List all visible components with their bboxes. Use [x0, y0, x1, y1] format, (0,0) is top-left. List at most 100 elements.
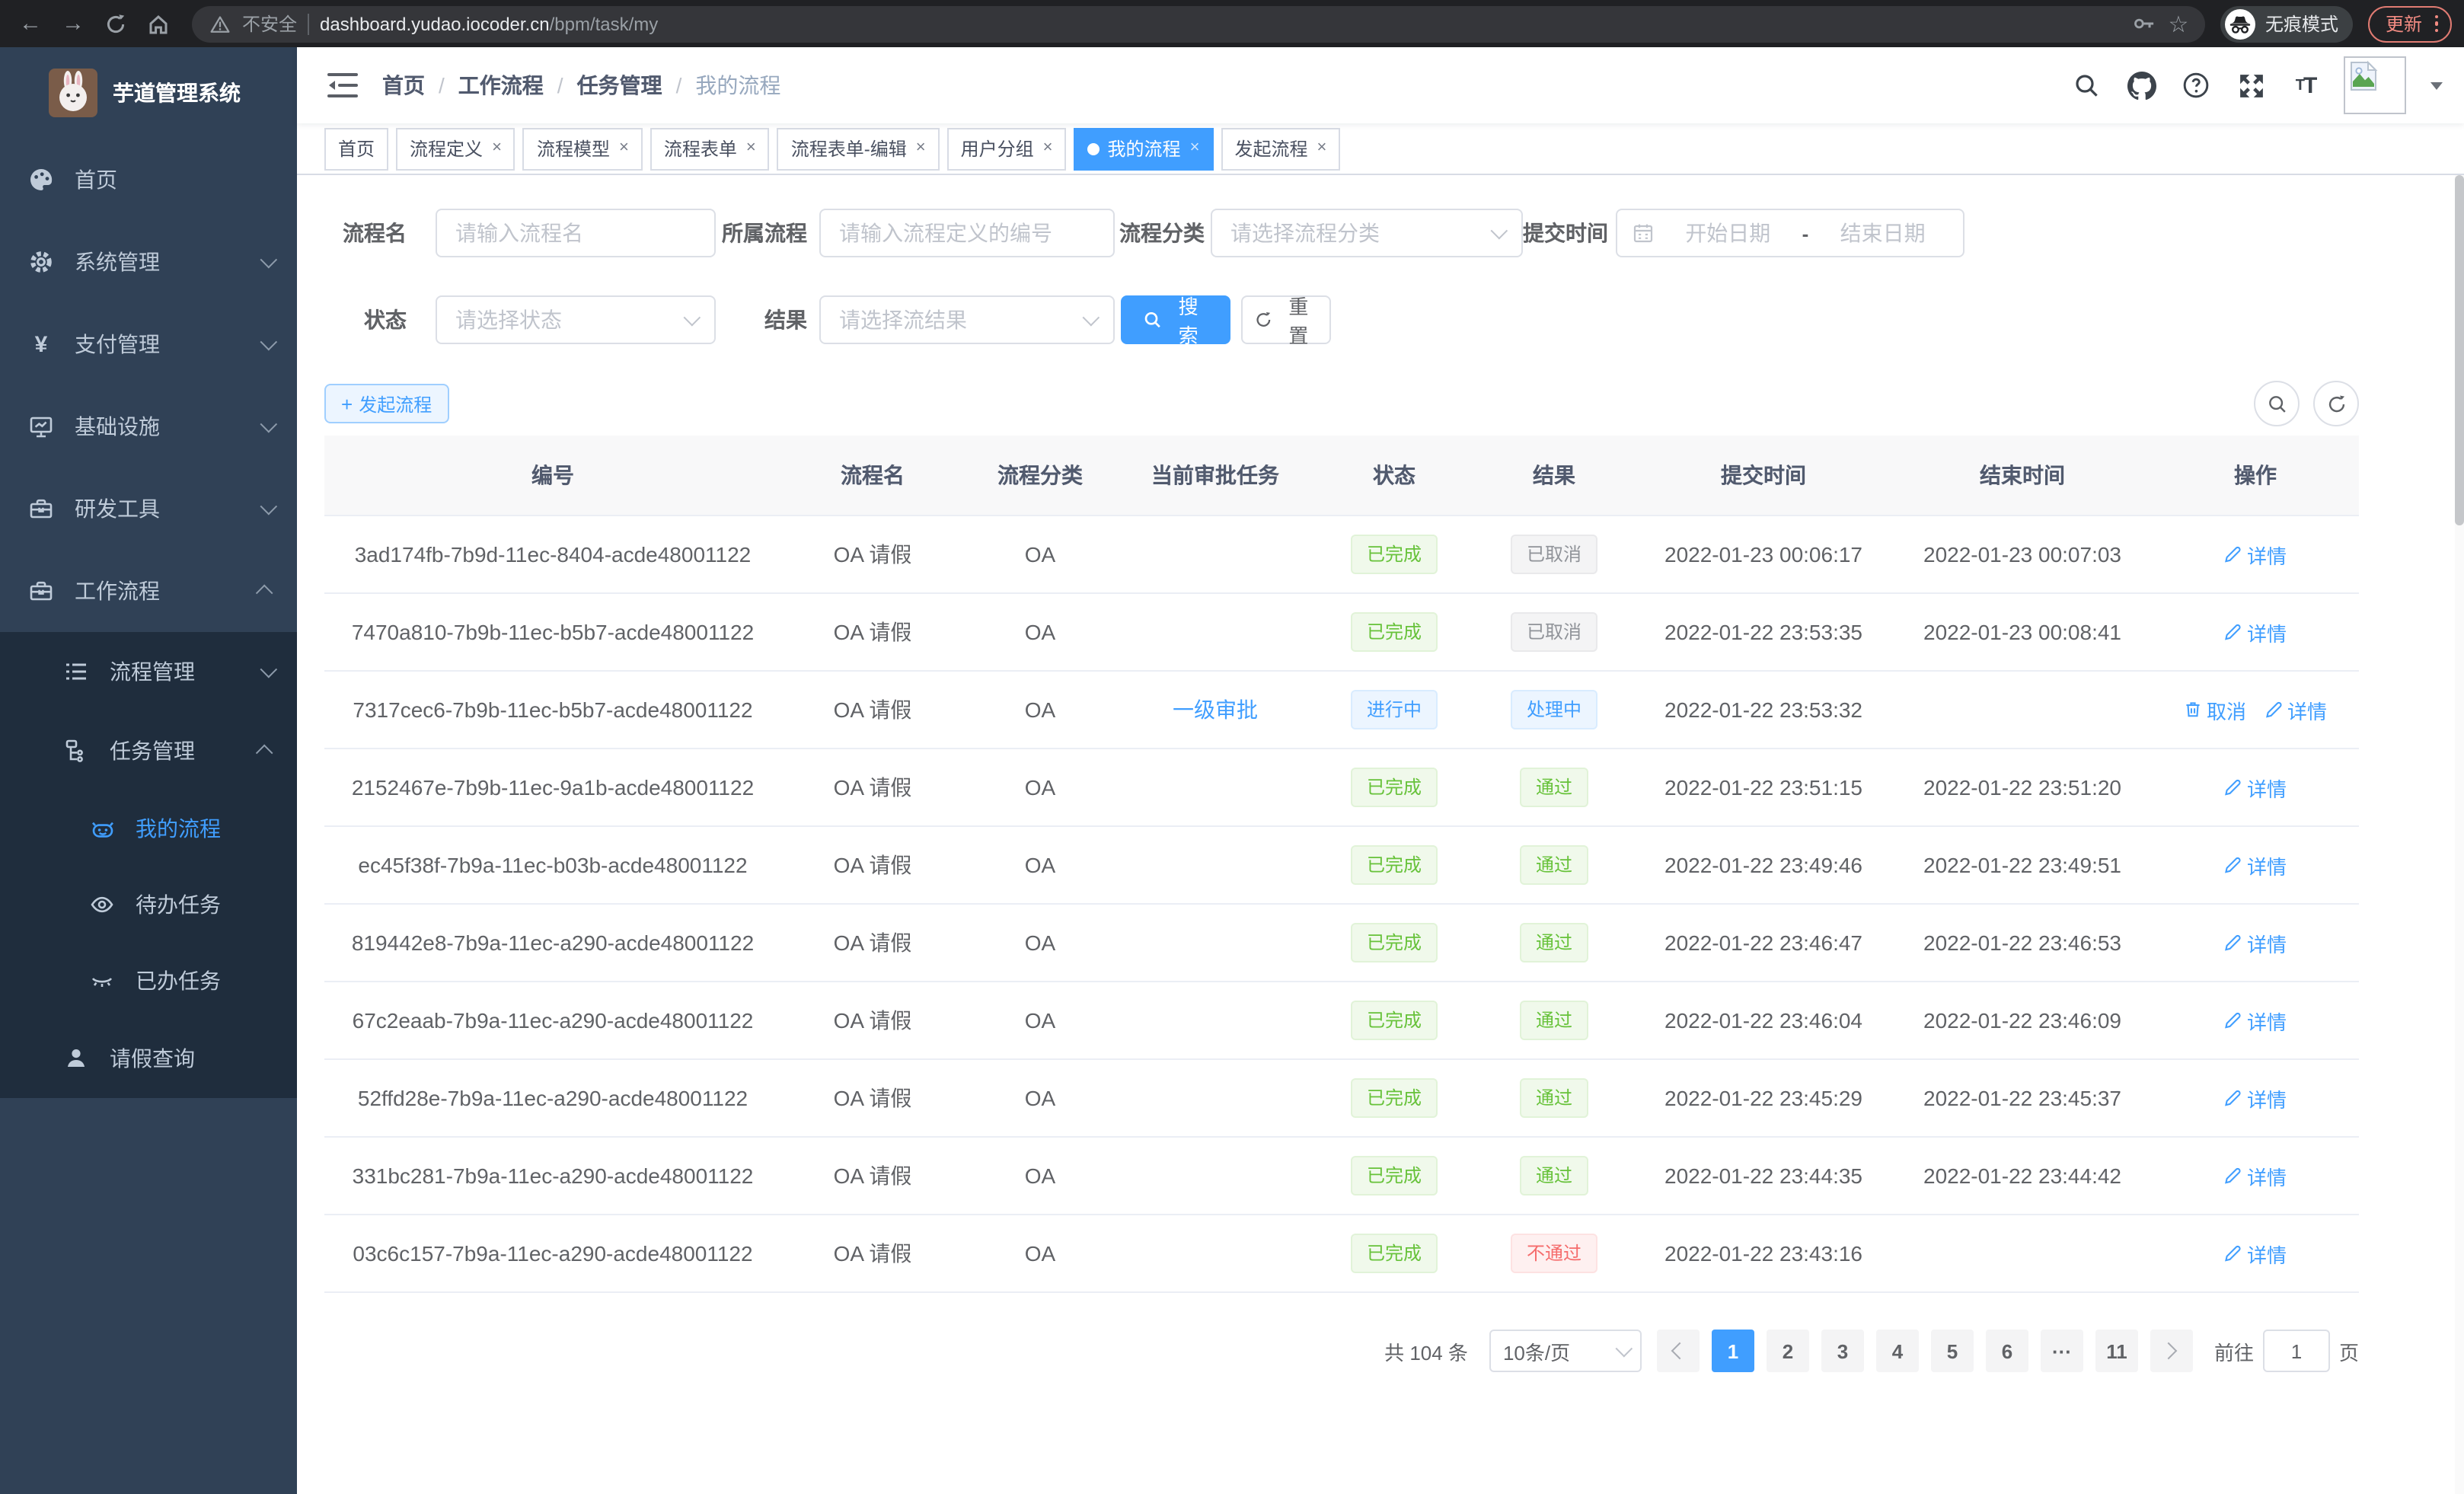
- top-navbar: 首页 / 工作流程 / 任务管理 / 我的流程: [297, 47, 2464, 123]
- sidebar-item-done-tasks[interactable]: 已办任务: [0, 943, 297, 1019]
- sidebar-item-home[interactable]: 首页: [0, 139, 297, 221]
- prev-page-button[interactable]: [1657, 1330, 1700, 1372]
- tab-process-form-edit[interactable]: 流程表单-编辑×: [777, 127, 940, 170]
- tab-process-form[interactable]: 流程表单×: [650, 127, 770, 170]
- tab-user-group[interactable]: 用户分组×: [947, 127, 1067, 170]
- tab-my-process[interactable]: 我的流程×: [1074, 127, 1214, 170]
- sidebar-item-todo-tasks[interactable]: 待办任务: [0, 867, 297, 943]
- page-button-2[interactable]: 2: [1767, 1330, 1809, 1372]
- detail-link[interactable]: 详情: [2224, 1239, 2287, 1268]
- browser-home-icon[interactable]: [140, 5, 177, 42]
- status-select[interactable]: 请选择状态: [436, 295, 716, 344]
- parent-process-input[interactable]: [819, 209, 1115, 257]
- detail-link[interactable]: 详情: [2224, 928, 2287, 957]
- next-page-button[interactable]: [2150, 1330, 2193, 1372]
- browser-back-icon[interactable]: ←: [12, 5, 49, 42]
- detail-link[interactable]: 详情: [2224, 618, 2287, 646]
- close-icon[interactable]: ×: [1317, 140, 1326, 157]
- page-button-6[interactable]: 6: [1986, 1330, 2028, 1372]
- bookmark-star-icon[interactable]: ☆: [2166, 11, 2191, 36]
- font-size-icon[interactable]: TT: [2289, 69, 2322, 102]
- chevron-down-icon: [260, 661, 278, 678]
- sidebar-item-label: 研发工具: [75, 493, 260, 524]
- browser-update-button[interactable]: 更新: [2369, 5, 2452, 42]
- detail-link[interactable]: 详情: [2224, 540, 2287, 569]
- close-icon[interactable]: ×: [1190, 140, 1200, 157]
- sidebar-item-leave-query[interactable]: 请假查询: [0, 1019, 297, 1098]
- security-warning-icon: [207, 11, 231, 36]
- sidebar-item-infra[interactable]: 基础设施: [0, 385, 297, 468]
- close-icon[interactable]: ×: [1043, 140, 1053, 157]
- browser-chrome: ← → 不安全 dashboard.yudao.iocoder.cn/bpm/t…: [0, 0, 2464, 47]
- sidebar-item-task-mgmt[interactable]: 任务管理: [0, 711, 297, 790]
- detail-link[interactable]: 详情: [2224, 773, 2287, 802]
- tab-home[interactable]: 首页: [324, 127, 388, 170]
- col-name: 流程名: [781, 436, 964, 516]
- dashboard-icon: [27, 168, 55, 192]
- search-icon[interactable]: [2070, 69, 2103, 102]
- close-icon[interactable]: ×: [916, 140, 926, 157]
- reset-button[interactable]: 重置: [1241, 295, 1331, 344]
- status-badge: 已完成: [1352, 612, 1437, 652]
- sidebar-toggle-icon[interactable]: [327, 73, 358, 97]
- refresh-button[interactable]: [2313, 381, 2359, 426]
- breadcrumb-task-mgmt[interactable]: 任务管理: [577, 70, 662, 101]
- end-date-placeholder[interactable]: 结束日期: [1818, 218, 1948, 248]
- sidebar-item-my-process[interactable]: 我的流程: [0, 790, 297, 867]
- category-select[interactable]: 请选择流程分类: [1211, 209, 1523, 257]
- sidebar-item-process-mgmt[interactable]: 流程管理: [0, 632, 297, 711]
- sidebar-item-system[interactable]: 系统管理: [0, 221, 297, 303]
- submit-time-range-picker[interactable]: 开始日期 - 结束日期: [1616, 209, 1964, 257]
- tab-process-model[interactable]: 流程模型×: [523, 127, 643, 170]
- scrollbar-thumb[interactable]: [2455, 175, 2464, 525]
- page-button-3[interactable]: 3: [1821, 1330, 1864, 1372]
- status-badge: 已完成: [1352, 1234, 1437, 1273]
- url-bar[interactable]: 不安全 dashboard.yudao.iocoder.cn/bpm/task/…: [192, 5, 2206, 42]
- sidebar-item-dev-tools[interactable]: 研发工具: [0, 468, 297, 550]
- close-icon[interactable]: ×: [619, 140, 629, 157]
- detail-link[interactable]: 详情: [2265, 695, 2327, 724]
- fullscreen-icon[interactable]: [2234, 69, 2268, 102]
- page-button-11[interactable]: 11: [2095, 1330, 2138, 1372]
- goto-page-input[interactable]: [2263, 1330, 2330, 1372]
- sidebar-item-pay[interactable]: ¥ 支付管理: [0, 303, 297, 385]
- current-task-link[interactable]: 一级审批: [1173, 698, 1258, 722]
- process-name-input[interactable]: [436, 209, 716, 257]
- status-badge: 已完成: [1352, 845, 1437, 885]
- table-row: 3ad174fb-7b9d-11ec-8404-acde48001122 OA …: [324, 516, 2359, 593]
- col-task: 当前审批任务: [1116, 436, 1314, 516]
- page-button-1[interactable]: 1: [1712, 1330, 1754, 1372]
- caret-down-icon[interactable]: [2430, 81, 2443, 89]
- url-text: dashboard.yudao.iocoder.cn/bpm/task/my: [320, 13, 658, 34]
- avatar[interactable]: [2344, 56, 2406, 114]
- start-process-button[interactable]: + 发起流程: [324, 384, 448, 423]
- show-search-button[interactable]: [2254, 381, 2300, 426]
- detail-link[interactable]: 详情: [2224, 1161, 2287, 1190]
- close-icon[interactable]: ×: [492, 140, 502, 157]
- page-content: 流程名 所属流程 流程分类 请选择流程分类 提交时间 开始日期: [297, 175, 2464, 1494]
- detail-link[interactable]: 详情: [2224, 1084, 2287, 1113]
- help-icon[interactable]: [2179, 69, 2213, 102]
- more-pages-button[interactable]: ···: [2041, 1330, 2083, 1372]
- breadcrumb-home[interactable]: 首页: [382, 70, 425, 101]
- start-date-placeholder[interactable]: 开始日期: [1663, 218, 1793, 248]
- tab-process-definition[interactable]: 流程定义×: [396, 127, 515, 170]
- breadcrumb-workflow[interactable]: 工作流程: [458, 70, 544, 101]
- result-select[interactable]: 请选择流结果: [819, 295, 1115, 344]
- detail-link[interactable]: 详情: [2224, 851, 2287, 879]
- page-size-select[interactable]: 10条/页: [1489, 1330, 1642, 1372]
- browser-forward-icon[interactable]: →: [55, 5, 91, 42]
- search-button[interactable]: 搜索: [1121, 295, 1230, 344]
- page-button-4[interactable]: 4: [1876, 1330, 1919, 1372]
- tab-start-process[interactable]: 发起流程×: [1221, 127, 1340, 170]
- detail-link[interactable]: 详情: [2224, 1006, 2287, 1035]
- password-key-icon[interactable]: [2131, 11, 2156, 36]
- status-badge: 进行中: [1352, 690, 1437, 729]
- close-icon[interactable]: ×: [746, 140, 756, 157]
- pagination-total: 共 104 条: [1384, 1336, 1468, 1365]
- github-icon[interactable]: [2124, 69, 2158, 102]
- sidebar-item-workflow[interactable]: 工作流程: [0, 550, 297, 632]
- browser-reload-icon[interactable]: [97, 5, 134, 42]
- cancel-link[interactable]: 取消: [2184, 695, 2246, 724]
- page-button-5[interactable]: 5: [1931, 1330, 1974, 1372]
